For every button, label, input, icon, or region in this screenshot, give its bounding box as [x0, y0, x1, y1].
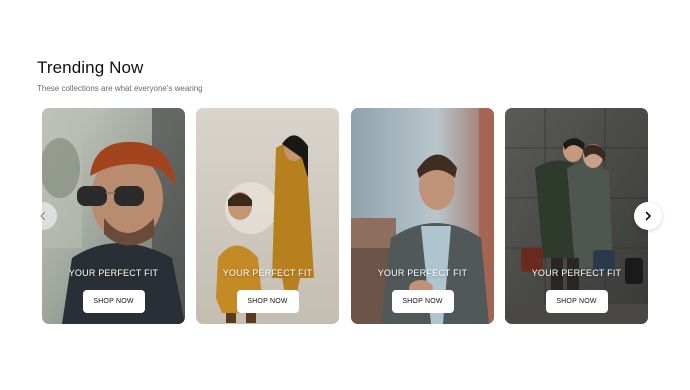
trending-now-section: Trending Now These collections are what … [0, 0, 690, 390]
chevron-right-icon [645, 211, 651, 221]
chevron-left-icon [40, 211, 46, 221]
shop-now-button[interactable]: SHOP NOW [391, 290, 454, 313]
section-title: Trending Now [37, 58, 144, 77]
product-card-2[interactable]: YOUR PERFECT FIT SHOP NOW [196, 108, 339, 324]
shop-now-button[interactable]: SHOP NOW [82, 290, 145, 313]
card-tagline: YOUR PERFECT FIT [68, 268, 159, 278]
card-tagline: YOUR PERFECT FIT [531, 268, 622, 278]
product-card-1[interactable]: YOUR PERFECT FIT SHOP NOW [42, 108, 185, 324]
carousel-prev-button[interactable] [29, 202, 57, 230]
carousel-next-button[interactable] [634, 202, 662, 230]
card-tagline: YOUR PERFECT FIT [222, 268, 313, 278]
shop-now-button[interactable]: SHOP NOW [545, 290, 608, 313]
card-tagline: YOUR PERFECT FIT [377, 268, 468, 278]
section-subtitle: These collections are what everyone's we… [37, 84, 203, 93]
shop-now-button[interactable]: SHOP NOW [236, 290, 299, 313]
product-card-4[interactable]: YOUR PERFECT FIT SHOP NOW [505, 108, 648, 324]
product-card-3[interactable]: YOUR PERFECT FIT SHOP NOW [351, 108, 494, 324]
